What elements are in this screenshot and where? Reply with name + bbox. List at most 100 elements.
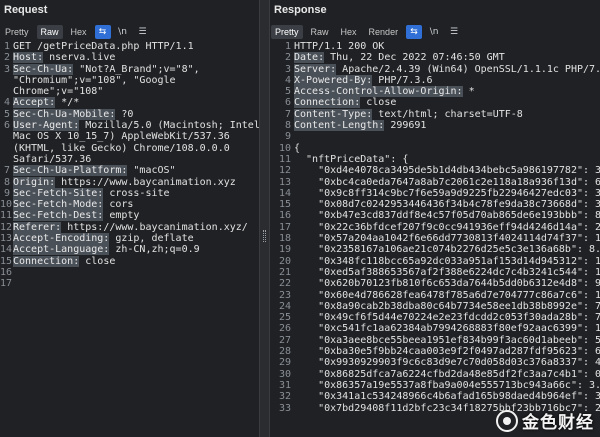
line-number: 3 xyxy=(3,63,10,75)
request-tab-hex[interactable]: Hex xyxy=(67,25,91,39)
header-value: "Not?A_Brand";v="8", xyxy=(73,63,200,75)
line-number: 5 xyxy=(284,86,291,98)
line-number: 5 xyxy=(3,108,10,120)
line-content: "0xed5af388653567af2f388e6224dc7c4b3241c… xyxy=(294,266,600,278)
line-content: Origin: https://www.baycanimation.xyz xyxy=(10,176,259,188)
line-number: 17 xyxy=(0,278,13,290)
line-content: "0x57a204aa1042f6e66dd7730813f4024114d74… xyxy=(294,233,600,245)
newline-icon[interactable]: \n xyxy=(115,25,131,39)
request-editor[interactable]: 1 GET /getPriceData.php HTTP/1.1 2 Host: ns… xyxy=(0,41,259,437)
line-content: Connection: close xyxy=(291,97,600,109)
line-number: 19 xyxy=(278,244,291,256)
line-content: "0x60e4d786628fea6478f785a6d7e704777c86a… xyxy=(294,289,600,301)
code-line: 30 "0x86825dfca7a6224cfbd2da48e85df2fc3a… xyxy=(270,369,600,380)
line-number: 16 xyxy=(0,266,13,278)
code-line: 5 Sec-Ch-Ua-Mobile: ?0 xyxy=(0,108,259,120)
line-content: "0x86357a19e5537a8fba9a004e555713bc943a6… xyxy=(294,379,600,391)
request-toolbar: Pretty Raw Hex ⇆ \n ☰ xyxy=(0,24,151,40)
drag-handle-icon[interactable] xyxy=(263,230,266,242)
header-value: empty xyxy=(103,210,140,222)
response-tab-raw[interactable]: Raw xyxy=(307,25,333,39)
line-content: "0x341a1c534248966c4b6afad165b98daed4b96… xyxy=(294,391,600,403)
line-content: "0xba30e5f9bb24caa003e9f2f0497ad287fdf95… xyxy=(294,346,600,358)
line-number: 1 xyxy=(284,41,291,52)
header-name: Host: xyxy=(13,52,44,64)
response-pane: Response Pretty Raw Hex Render ⇆ \n ☰ 1H… xyxy=(270,0,600,437)
request-title: Request xyxy=(4,4,48,16)
response-tab-render[interactable]: Render xyxy=(365,25,403,39)
line-content xyxy=(291,131,600,142)
line-content: "0xb47e3cd837ddf8e4c57f05d70ab865de6e193… xyxy=(294,210,600,222)
line-number: 29 xyxy=(278,357,291,369)
code-line-wrap: "Chromium";v="108", "Google xyxy=(13,74,176,86)
request-tab-raw[interactable]: Raw xyxy=(36,25,63,39)
line-content: Sec-Fetch-Mode: cors xyxy=(10,199,259,211)
code-line: 5 Access-Control-Allow-Origin: * xyxy=(270,86,600,98)
line-number: 11 xyxy=(0,210,13,222)
response-tab-pretty[interactable]: Pretty xyxy=(271,25,303,39)
line-number: 8 xyxy=(3,176,10,188)
line-number: 24 xyxy=(278,300,291,312)
code-line: 31 "0x86357a19e5537a8fba9a004e555713bc94… xyxy=(270,380,600,391)
line-number: 18 xyxy=(278,233,291,245)
line-number: 4 xyxy=(284,74,291,86)
line-content: "0xbc4ca0eda7647a8ab7c2061c2e118a18a936f… xyxy=(318,176,600,188)
response-tab-hex[interactable]: Hex xyxy=(337,25,361,39)
header-value: */* xyxy=(55,97,80,109)
header-name: Access-Control-Allow-Origin: xyxy=(294,86,463,98)
pane-divider[interactable] xyxy=(259,0,270,437)
header-value: Apache/2.4.39 (Win64) OpenSSL/1.1.1c PHP… xyxy=(336,63,600,75)
line-content: Sec-Fetch-Dest: empty xyxy=(10,210,259,222)
header-name: User-Agent: xyxy=(13,120,80,132)
header-value: zh-CN,zh;q=0.9 xyxy=(109,244,200,256)
line-content: "0x2358167a106ae21c074b2276d25e5c3e136a6… xyxy=(294,244,600,256)
code-line: 16 "0xb47e3cd837ddf8e4c57f05d70ab865de6e… xyxy=(270,210,600,221)
code-line: 16 xyxy=(0,267,259,278)
line-content: Sec-Fetch-Site: cross-site xyxy=(10,187,259,199)
code-line: 19 "0x2358167a106ae21c074b2276d25e5c3e13… xyxy=(270,244,600,255)
line-content xyxy=(10,278,259,289)
code-line: 2 Host: nserva.live xyxy=(0,52,259,64)
line-number: 28 xyxy=(278,346,291,358)
header-name: X-Powered-By: xyxy=(294,74,373,86)
line-number: 2 xyxy=(284,52,291,64)
line-content: Sec-Ch-Ua: "Not?A_Brand";v="8", xyxy=(10,63,259,75)
header-value: Thu, 22 Dec 2022 07:46:50 GMT xyxy=(324,52,505,64)
header-name: Connection: xyxy=(13,255,80,267)
menu-icon[interactable]: ☰ xyxy=(135,25,151,39)
line-content: Content-Type: text/html; charset=UTF-8 xyxy=(291,108,600,120)
code-line: 9 Sec-Fetch-Site: cross-site xyxy=(0,187,259,199)
header-value: cross-site xyxy=(103,187,170,199)
request-tab-pretty[interactable]: Pretty xyxy=(1,25,33,39)
line-content: Date: Thu, 22 Dec 2022 07:46:50 GMT xyxy=(291,52,600,64)
code-line: 2 Date: Thu, 22 Dec 2022 07:46:50 GMT xyxy=(270,52,600,64)
newline-icon[interactable]: \n xyxy=(426,25,442,39)
header-value: "macOS" xyxy=(127,165,176,177)
code-line: 12 Referer: https://www.baycanimation.xyz… xyxy=(0,221,259,233)
line-number: 7 xyxy=(284,108,291,120)
line-number: 26 xyxy=(278,323,291,335)
code-line: 11 "nftPriceData": { xyxy=(270,154,600,165)
header-value: close xyxy=(360,97,397,109)
line-content: "0x8a90cab2b38dba80c64b7734e58ee1db38b89… xyxy=(294,300,600,312)
line-number: 12 xyxy=(0,221,13,233)
line-number: 9 xyxy=(3,187,10,199)
wrap-lines-icon[interactable]: ⇆ xyxy=(94,25,111,39)
wrap-lines-icon[interactable]: ⇆ xyxy=(406,25,423,39)
header-name: Sec-Ch-Ua: xyxy=(13,63,74,75)
code-line: 13 Accept-Encoding: gzip, deflate xyxy=(0,233,259,245)
line-content: "0xa3aee8bce55beea1951ef834b99f3ac60d1ab… xyxy=(294,334,600,346)
line-number: 33 xyxy=(278,402,291,414)
line-content: Access-Control-Allow-Origin: * xyxy=(291,86,600,98)
code-line: 26 "0xc541fc1aa62384ab7994268883f80ef92a… xyxy=(270,323,600,334)
request-pane: Request Pretty Raw Hex ⇆ \n ☰ 1 GET /getP… xyxy=(0,0,259,437)
code-line: 33 "0x7bd29408f11d2bfc23c34f18275bbf23bb… xyxy=(270,403,600,414)
line-number: 10 xyxy=(278,142,291,154)
line-number: 14 xyxy=(0,244,13,256)
header-name: Sec-Ch-Ua-Platform: xyxy=(13,165,128,177)
menu-icon[interactable]: ☰ xyxy=(446,25,462,39)
code-line: 21 "0xed5af388653567af2f388e6224dc7c4b32… xyxy=(270,267,600,278)
line-number: 13 xyxy=(278,176,291,188)
response-editor[interactable]: 1 HTTP/1.1 200 OK 2 Date: Thu, 22 Dec 2022 … xyxy=(270,41,600,437)
code-line: 27 "0xa3aee8bce55beea1951ef834b99f3ac60d… xyxy=(270,335,600,346)
